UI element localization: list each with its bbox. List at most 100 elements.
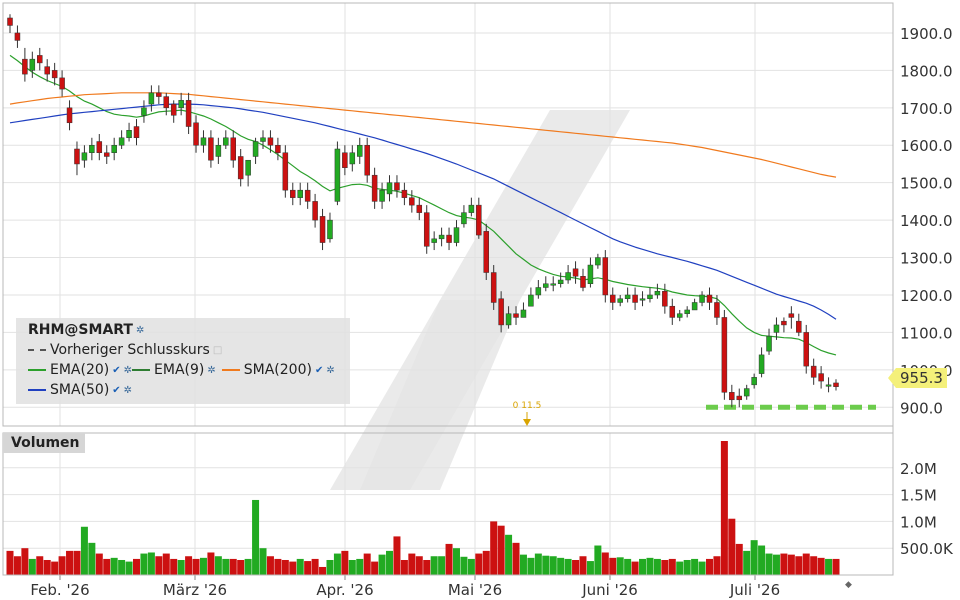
volume-axis: 500.0K 1.0M 1.5M 2.0M: [900, 460, 954, 558]
candle-body: [133, 126, 140, 139]
candle-body: [342, 152, 348, 168]
candle-body: [796, 320, 802, 333]
volume-bar: [133, 558, 141, 575]
settings-icon[interactable]: ✲: [207, 365, 215, 376]
candle-body: [208, 137, 214, 161]
volume-bar: [244, 558, 252, 575]
settings-icon[interactable]: ✲: [124, 385, 132, 396]
candle-body: [111, 144, 117, 153]
price-tick-label: 900.0: [900, 399, 943, 417]
volume-bar: [185, 556, 193, 575]
candle-body: [758, 354, 765, 374]
sma50-swatch-icon: [28, 389, 46, 391]
volume-bar: [594, 545, 602, 575]
candle-body: [319, 216, 326, 243]
volume-bar: [691, 558, 699, 575]
candle-body: [751, 377, 757, 386]
volume-bar: [73, 550, 81, 575]
price-tick-label: 1500.0: [900, 175, 953, 193]
volume-bar: [371, 561, 379, 575]
candle-body: [602, 257, 609, 296]
volume-bar: [579, 556, 587, 575]
volume-bar: [28, 558, 36, 575]
legend-title-row[interactable]: RHM@SMART ✲: [28, 320, 144, 340]
candle-body: [662, 290, 668, 307]
candle-body: [773, 324, 780, 333]
scroll-right-icon[interactable]: ◆: [845, 580, 852, 590]
candle-body: [483, 231, 490, 273]
candle-body: [237, 156, 244, 180]
candle-body: [528, 294, 534, 307]
check-icon[interactable]: ✔: [112, 365, 120, 376]
symbol-title: RHM@SMART: [28, 322, 133, 338]
settings-icon[interactable]: ✲: [124, 365, 132, 376]
volume-bar: [296, 558, 304, 575]
volume-bar: [103, 558, 111, 575]
x-tick-label: Juni '26: [581, 581, 638, 599]
volume-bar: [467, 558, 475, 575]
candle-body: [230, 137, 236, 161]
candle-body: [297, 189, 303, 198]
candle-body: [714, 302, 720, 318]
legend-sma50-row[interactable]: SMA(50) ✔ ✲: [28, 380, 132, 400]
volume-bar: [51, 561, 59, 575]
volume-bar: [490, 521, 498, 575]
square-icon[interactable]: □: [213, 345, 222, 356]
volume-bar: [586, 561, 594, 575]
candle-body: [74, 148, 80, 165]
volume-bar: [430, 556, 438, 575]
volume-bar: [333, 553, 341, 575]
ema20-label: EMA(20): [50, 362, 110, 378]
volume-bar: [266, 556, 274, 575]
check-icon[interactable]: ✔: [112, 385, 120, 396]
candle-body: [163, 96, 170, 109]
volume-bar: [400, 559, 408, 575]
volume-bar: [549, 556, 557, 575]
candle-body: [267, 137, 274, 146]
sma50-label: SMA(50): [50, 382, 110, 398]
candle-body: [103, 152, 110, 157]
volume-bar: [386, 550, 394, 575]
candle-body: [327, 219, 333, 240]
candle-body: [520, 309, 527, 318]
candle-body: [825, 384, 832, 387]
settings-icon[interactable]: ✲: [326, 365, 334, 376]
volume-bar: [311, 558, 319, 575]
volume-bar: [705, 558, 713, 575]
price-tick-label: 1100.0: [900, 324, 953, 342]
volume-bar: [356, 558, 364, 575]
check-icon[interactable]: ✔: [315, 365, 323, 376]
volume-bar: [720, 441, 728, 575]
volume-bar: [631, 561, 639, 575]
volume-bar: [13, 556, 21, 575]
candle-body: [126, 130, 132, 139]
candle-body: [453, 227, 460, 243]
volume-bar: [43, 559, 51, 575]
series-line-ema20: [9, 54, 837, 356]
volume-bar: [66, 550, 74, 575]
dividend-annotation-label: 0 11.5: [513, 401, 542, 411]
settings-icon[interactable]: ✲: [136, 325, 144, 336]
volume-bar: [214, 556, 222, 575]
volume-bar: [438, 556, 446, 575]
candle-body: [810, 365, 817, 378]
volume-bar: [207, 552, 215, 575]
candle-body: [275, 144, 281, 153]
candle-body: [550, 283, 556, 286]
volume-bar: [572, 559, 580, 575]
price-tick-label: 1400.0: [900, 212, 953, 230]
volume-bar: [832, 558, 840, 575]
legend-ema-row[interactable]: EMA(20) ✔ ✲ EMA(9) ✲ SMA(200) ✔ ✲: [28, 360, 335, 380]
legend-prev-close[interactable]: Vorheriger Schlusskurs □: [28, 340, 222, 360]
candle-body: [543, 283, 549, 288]
price-tick-label: 1600.0: [900, 137, 953, 155]
candle-body: [37, 55, 43, 64]
candle-body: [394, 182, 400, 191]
candle-body: [766, 335, 772, 352]
annotation-marker: 0 11.5: [513, 401, 542, 426]
x-tick-label: Feb. '26: [30, 581, 89, 599]
volume-bar: [378, 554, 386, 575]
candle-body: [59, 77, 65, 90]
candle-body: [639, 298, 646, 301]
candle-body: [379, 189, 385, 202]
